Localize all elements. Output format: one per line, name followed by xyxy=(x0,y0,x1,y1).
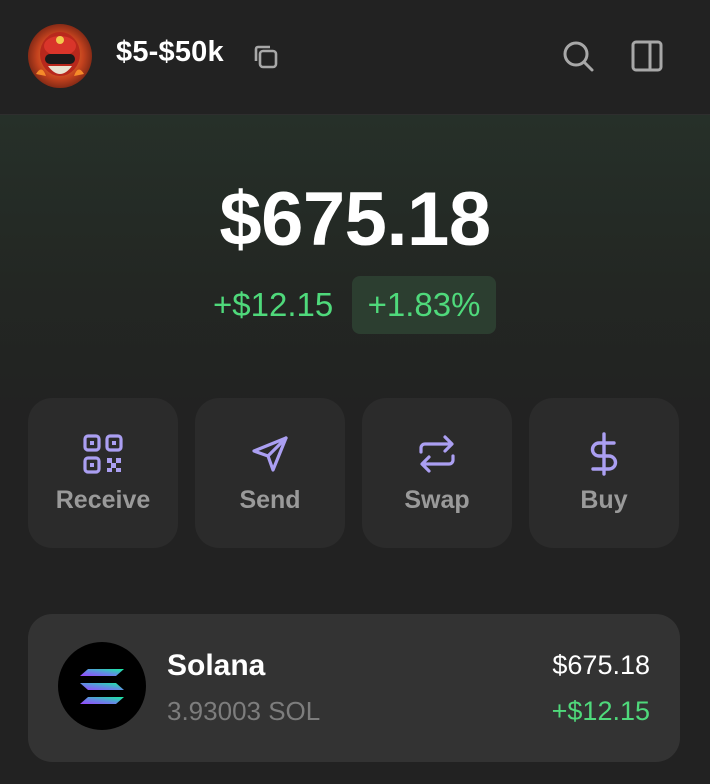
avatar-icon[interactable] xyxy=(28,24,92,88)
buy-label: Buy xyxy=(580,486,628,514)
swap-label: Swap xyxy=(404,486,470,514)
account-name[interactable]: $5-$50k xyxy=(116,36,224,69)
token-change: +$12.15 xyxy=(551,696,650,726)
wallet-app: $5-$50k $675.18 +$12.15 +1.83% Receive S… xyxy=(0,0,710,784)
swap-icon xyxy=(415,432,459,476)
balance-area xyxy=(0,115,710,415)
total-balance: $675.18 xyxy=(219,177,491,262)
balance-change-amount: +$12.15 xyxy=(213,286,334,323)
receive-label: Receive xyxy=(55,486,151,514)
token-amount: 3.93003 SOL xyxy=(167,696,321,726)
send-icon xyxy=(248,432,292,476)
token-row-solana[interactable]: Solana 3.93003 SOL $675.18 +$12.15 xyxy=(28,614,680,762)
copy-icon[interactable] xyxy=(251,42,281,72)
search-icon[interactable] xyxy=(560,38,596,74)
swap-button[interactable]: Swap xyxy=(362,398,512,548)
buy-button[interactable]: Buy xyxy=(529,398,679,548)
dollar-icon xyxy=(582,432,626,476)
solana-logo-icon xyxy=(58,642,146,730)
balance-change-percent-badge: +1.83% xyxy=(352,276,496,334)
send-label: Send xyxy=(239,486,301,514)
header: $5-$50k xyxy=(0,0,710,115)
send-button[interactable]: Send xyxy=(195,398,345,548)
qr-code-icon xyxy=(81,432,125,476)
sidebar-panel-icon[interactable] xyxy=(629,38,665,74)
token-name: Solana xyxy=(167,649,266,682)
token-value: $675.18 xyxy=(552,650,650,680)
receive-button[interactable]: Receive xyxy=(28,398,178,548)
balance-change-row: +$12.15 +1.83% xyxy=(0,276,710,334)
